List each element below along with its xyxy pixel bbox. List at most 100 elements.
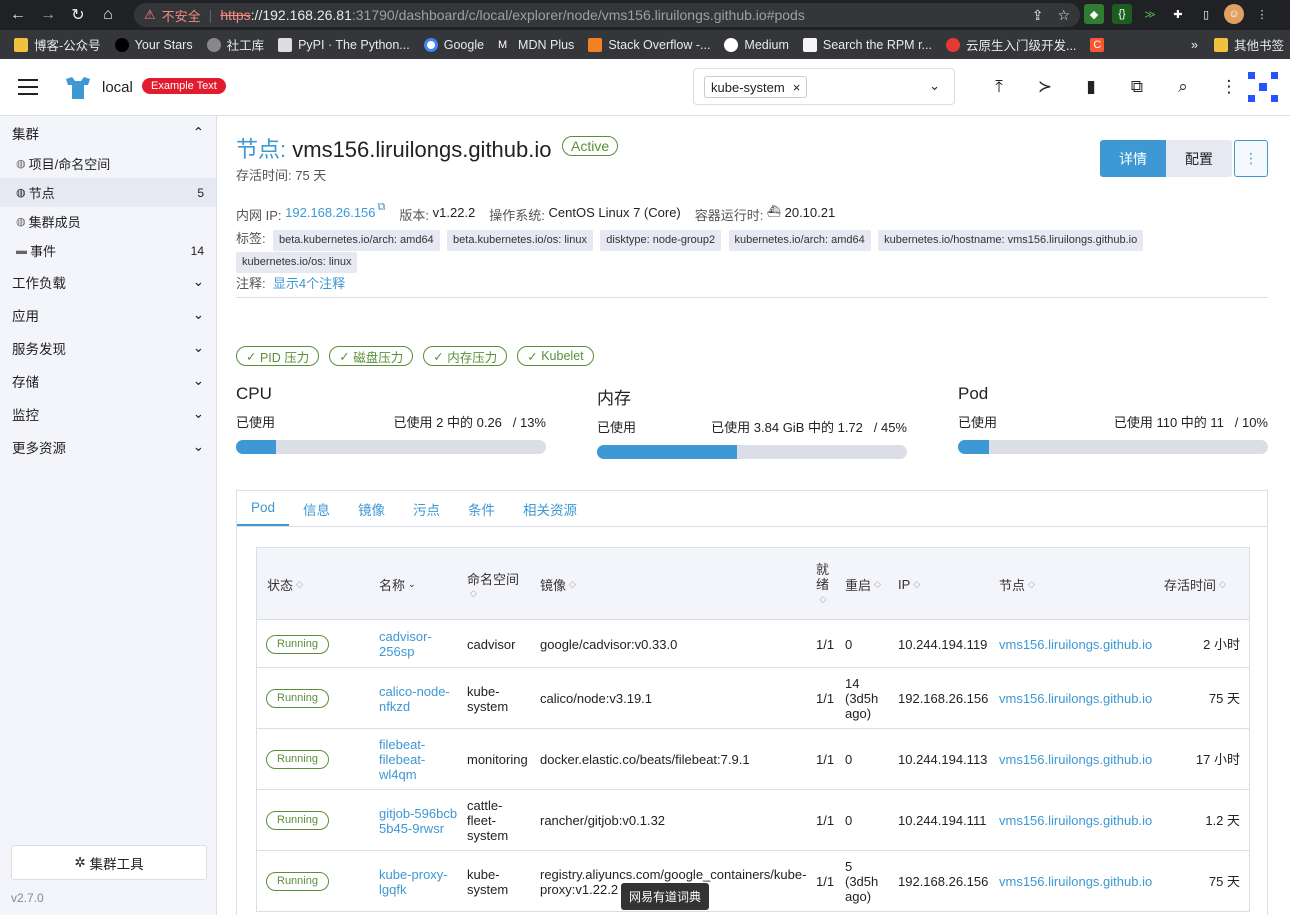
tab-conditions[interactable]: 条件 <box>454 491 509 526</box>
sidebar-group-storage[interactable]: 存储 ⌄ <box>0 364 216 397</box>
sidebar-group-cluster[interactable]: 集群 ⌃ <box>0 116 216 149</box>
copy-icon[interactable]: ⧉ <box>378 201 386 224</box>
sidebar-group-apps[interactable]: 应用 ⌄ <box>0 298 216 331</box>
table-row[interactable]: Running kube-proxy-lgqfk kube-system reg… <box>257 851 1249 912</box>
ip-value[interactable]: 192.168.26.156 <box>285 205 375 224</box>
home-icon[interactable]: ⌂ <box>96 3 120 27</box>
sidepanel-icon[interactable]: ▯ <box>1196 4 1216 24</box>
cluster-tools-button[interactable]: ✲ 集群工具 <box>11 845 207 880</box>
sidebar-item-projects[interactable]: ◍ 项目/命名空间 <box>0 149 216 178</box>
bookmark-item[interactable]: C <box>1090 37 1110 52</box>
gauge-bar <box>597 445 907 459</box>
share-icon[interactable]: ⇪ <box>1032 7 1044 24</box>
column-header-ip[interactable]: IP ◇ <box>898 548 920 620</box>
sort-icon: ◇ <box>569 578 576 589</box>
column-header-name[interactable]: 名称 ⌄ <box>379 548 416 620</box>
namespace-select[interactable]: kube-system × ⌄ <box>693 68 955 105</box>
profile-avatar[interactable]: ☺ <box>1224 4 1244 24</box>
back-icon[interactable]: ← <box>6 3 30 27</box>
table-row[interactable]: Running gitjob-596bcb5b45-9rwsr cattle-f… <box>257 790 1249 851</box>
pod-name-link[interactable]: gitjob-596bcb5b45-9rwsr <box>379 790 461 851</box>
pod-image: calico/node:v3.19.1 <box>540 691 653 706</box>
tab-images[interactable]: 镜像 <box>344 491 399 526</box>
copy-config-icon[interactable]: ⧉ <box>1114 77 1160 97</box>
column-header-ready[interactable]: 就绪 ◇ <box>816 548 830 620</box>
bookmark-label: 云原生入门级开发... <box>965 39 1077 53</box>
column-header-restarts[interactable]: 重启 ◇ <box>845 548 881 620</box>
sidebar-group-more-resources[interactable]: 更多资源 ⌄ <box>0 430 216 463</box>
pod-restarts: 0 <box>845 813 853 828</box>
pod-node-link[interactable]: vms156.liruilongs.github.io <box>999 729 1152 790</box>
search-icon[interactable]: ⌕ <box>1160 77 1206 97</box>
detail-button[interactable]: 详情 <box>1100 140 1166 177</box>
sidebar-group-workloads[interactable]: 工作负载 ⌄ <box>0 265 216 298</box>
bookmark-item[interactable]: Your Stars <box>114 37 193 52</box>
chevron-down-icon[interactable]: ⌄ <box>929 78 940 94</box>
pod-ready: 1/1 <box>816 691 835 706</box>
bookmark-item[interactable]: Medium <box>724 37 789 52</box>
tab-taints[interactable]: 污点 <box>399 491 454 526</box>
pod-age: 17 小时 <box>1195 752 1240 767</box>
bookmark-item[interactable]: 社工库 <box>206 35 264 54</box>
sidebar-item-count: 5 <box>197 185 204 200</box>
pod-ready: 1/1 <box>816 813 835 828</box>
pod-name-link[interactable]: cadvisor-256sp <box>379 620 451 668</box>
sidebar-group-service-discovery[interactable]: 服务发现 ⌄ <box>0 331 216 364</box>
show-annotations-link[interactable]: 显示4个注释 <box>273 276 345 291</box>
column-header-age[interactable]: 存活时间 ◇ <box>1164 548 1226 620</box>
pod-name-link[interactable]: kube-proxy-lgqfk <box>379 851 459 912</box>
pod-node-link[interactable]: vms156.liruilongs.github.io <box>999 851 1152 912</box>
bookmark-item[interactable]: 博客-公众号 <box>14 35 101 54</box>
sort-icon: ◇ <box>874 578 881 589</box>
forward-icon[interactable]: → <box>36 3 60 27</box>
column-header-state[interactable]: 状态 ◇ <box>267 548 303 620</box>
other-bookmarks[interactable]: 其他书签 <box>1213 35 1284 54</box>
column-header-node[interactable]: 节点 ◇ <box>999 548 1035 620</box>
star-icon[interactable]: ☆ <box>1057 7 1070 24</box>
file-icon[interactable]: ▮ <box>1068 77 1114 97</box>
sidebar-group-monitoring[interactable]: 监控 ⌄ <box>0 397 216 430</box>
bookmark-item[interactable]: M MDN Plus <box>498 37 574 52</box>
tab-related-resources[interactable]: 相关资源 <box>509 491 591 526</box>
extension-code-icon[interactable]: {} <box>1112 4 1132 24</box>
sidebar-item-nodes[interactable]: ◍ 节点 5 <box>0 178 216 207</box>
check-icon: ✓ <box>527 349 538 364</box>
hamburger-menu-icon[interactable] <box>18 79 38 95</box>
remove-namespace-icon[interactable]: × <box>793 80 801 95</box>
puzzle-icon[interactable]: ✚ <box>1168 4 1188 24</box>
table-row[interactable]: Running filebeat-filebeat-wl4qm monitori… <box>257 729 1249 790</box>
shell-icon[interactable]: ≻ <box>1022 77 1068 97</box>
condition-label: PID 压力 <box>259 350 310 365</box>
pod-name-link[interactable]: calico-node-nfkzd <box>379 668 454 729</box>
pod-node-link[interactable]: vms156.liruilongs.github.io <box>999 790 1152 851</box>
pod-restarts: 14 (3d5h ago) <box>845 676 879 721</box>
bookmark-item[interactable]: Google <box>423 37 484 52</box>
pod-name-link[interactable]: filebeat-filebeat-wl4qm <box>379 729 434 790</box>
table-row[interactable]: Running cadvisor-256sp cadvisor google/c… <box>257 620 1249 668</box>
config-button[interactable]: 配置 <box>1166 140 1232 177</box>
upload-icon[interactable]: ⤒ <box>976 77 1022 97</box>
tab-info[interactable]: 信息 <box>289 491 344 526</box>
reload-icon[interactable]: ↻ <box>66 3 90 27</box>
address-bar[interactable]: ⚠ 不安全 | https ://192.168.26.81 :31790/da… <box>134 3 1080 27</box>
bookmark-item[interactable]: 云原生入门级开发... <box>945 35 1077 54</box>
sidebar-item-events[interactable]: ▬ 事件 14 <box>0 236 216 265</box>
bookmarks-more-icon[interactable]: » <box>1191 38 1198 52</box>
extension-arrows-icon[interactable]: ≫ <box>1140 4 1160 24</box>
condition-badges: ✓ PID 压力 ✓ 磁盘压力 ✓ 内存压力 ✓ Kubelet <box>236 346 594 366</box>
bookmark-item[interactable]: Stack Overflow -... <box>588 37 710 52</box>
sidebar-item-members[interactable]: ◍ 集群成员 <box>0 207 216 236</box>
pod-node-link[interactable]: vms156.liruilongs.github.io <box>999 668 1152 729</box>
user-avatar[interactable] <box>1246 70 1280 104</box>
bookmark-item[interactable]: Search the RPM r... <box>802 37 932 52</box>
column-header-image[interactable]: 镜像 ◇ <box>540 548 576 620</box>
menu-icon[interactable]: ⋮ <box>1252 4 1272 24</box>
title-prefix[interactable]: 节点: <box>236 137 286 162</box>
tab-pod[interactable]: Pod <box>237 491 290 526</box>
pod-node-link[interactable]: vms156.liruilongs.github.io <box>999 620 1152 668</box>
column-header-namespace[interactable]: 命名空间 ◇ <box>467 548 519 620</box>
more-actions-button[interactable]: ⋮ <box>1234 140 1268 177</box>
table-row[interactable]: Running calico-node-nfkzd kube-system ca… <box>257 668 1249 729</box>
extension-on-icon[interactable]: ◆ <box>1084 4 1104 24</box>
bookmark-item[interactable]: PyPI · The Python... <box>278 37 410 52</box>
